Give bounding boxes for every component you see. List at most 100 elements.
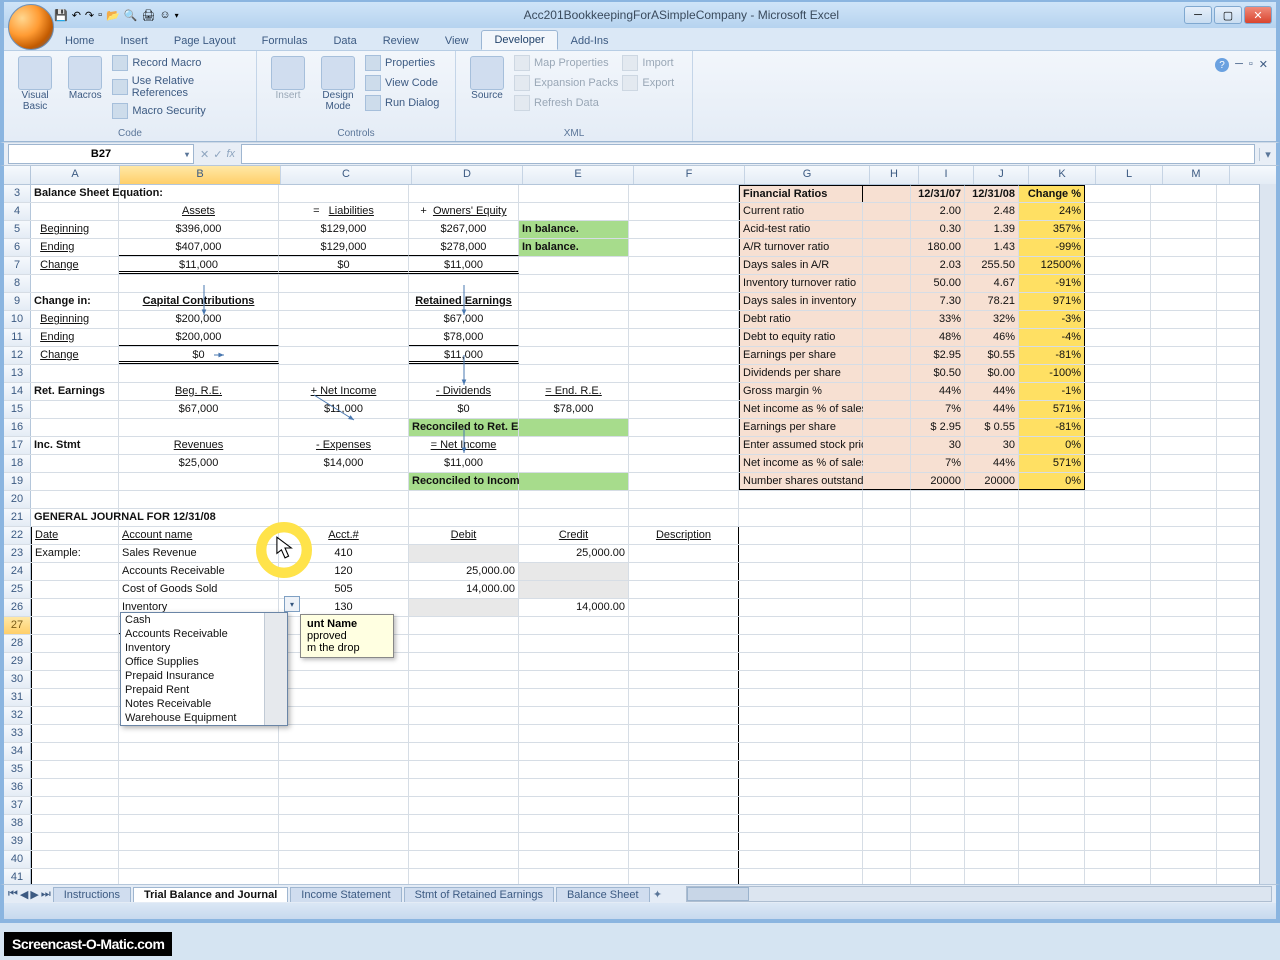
cell-E[interactable] [519, 509, 629, 526]
cell-J[interactable]: 46% [965, 329, 1019, 346]
cell-D[interactable] [409, 491, 519, 508]
col-K[interactable]: K [1029, 166, 1096, 184]
cell-I[interactable]: $0.50 [911, 365, 965, 382]
row-header[interactable]: 25 [4, 581, 31, 598]
cell-E[interactable] [519, 635, 629, 652]
tab-developer[interactable]: Developer [481, 30, 557, 50]
cell-K[interactable] [1019, 563, 1085, 580]
cell-M[interactable] [1151, 599, 1217, 616]
cell-D[interactable]: 14,000.00 [409, 581, 519, 598]
cell-E[interactable] [519, 707, 629, 724]
formula-bar[interactable] [241, 144, 1255, 164]
cell-G[interactable]: Debt ratio [739, 311, 863, 328]
cell-H[interactable] [863, 671, 911, 688]
cell-F[interactable] [629, 185, 739, 202]
row-header[interactable]: 21 [4, 509, 31, 526]
cell-C[interactable] [279, 329, 409, 346]
cell-M[interactable] [1151, 293, 1217, 310]
cell-M[interactable] [1151, 275, 1217, 292]
cell-J[interactable]: 12/31/08 [965, 185, 1019, 202]
col-F[interactable]: F [634, 166, 745, 184]
cell-E[interactable]: In balance. [519, 221, 629, 238]
cell-M[interactable] [1151, 869, 1217, 884]
cell-K[interactable] [1019, 869, 1085, 884]
cell-A[interactable] [31, 599, 119, 616]
cell-C[interactable] [279, 185, 409, 202]
cell-J[interactable] [965, 797, 1019, 814]
cell-D[interactable]: $78,000 [409, 329, 519, 346]
cell-D[interactable]: Reconciled to Ret. Earnings. [409, 419, 519, 436]
cell-H[interactable] [863, 473, 911, 490]
cell-A[interactable]: Change [31, 347, 119, 364]
cell-A[interactable] [31, 203, 119, 220]
cell-A[interactable]: Date [31, 527, 119, 544]
cell-G[interactable] [739, 581, 863, 598]
cell-C[interactable]: $11,000 [279, 401, 409, 418]
row-header[interactable]: 28 [4, 635, 31, 652]
cell-G[interactable] [739, 599, 863, 616]
cell-D[interactable]: = Net Income [409, 437, 519, 454]
qat-open-icon[interactable]: 📂 [106, 9, 120, 22]
cell-J[interactable] [965, 869, 1019, 884]
cell-B[interactable] [119, 815, 279, 832]
row-header[interactable]: 29 [4, 653, 31, 670]
cell-E[interactable] [519, 293, 629, 310]
row-header[interactable]: 40 [4, 851, 31, 868]
cell-L[interactable] [1085, 563, 1151, 580]
cell-K[interactable] [1019, 527, 1085, 544]
cell-H[interactable] [863, 509, 911, 526]
cell-J[interactable]: 1.39 [965, 221, 1019, 238]
cell-K[interactable]: 571% [1019, 455, 1085, 472]
cell-C[interactable] [279, 833, 409, 850]
cell-F[interactable] [629, 743, 739, 760]
workbook-minimize-icon[interactable]: ─ [1235, 58, 1243, 72]
cell-A[interactable] [31, 617, 119, 634]
cell-B[interactable] [119, 869, 279, 884]
cell-B[interactable] [119, 419, 279, 436]
qat-new-icon[interactable]: ▫ [98, 9, 102, 21]
cell-J[interactable] [965, 545, 1019, 562]
cell-F[interactable]: Description [629, 527, 739, 544]
cell-I[interactable]: 50.00 [911, 275, 965, 292]
cell-F[interactable] [629, 329, 739, 346]
view-code-button[interactable]: View Code [363, 74, 441, 92]
cell-H[interactable] [863, 563, 911, 580]
cell-B[interactable]: $11,000 [119, 257, 279, 274]
cell-J[interactable]: 1.43 [965, 239, 1019, 256]
cell-F[interactable] [629, 671, 739, 688]
cell-M[interactable] [1151, 401, 1217, 418]
cell-I[interactable] [911, 869, 965, 884]
cell-L[interactable] [1085, 347, 1151, 364]
cell-L[interactable] [1085, 401, 1151, 418]
cell-G[interactable]: Net income as % of sales [739, 401, 863, 418]
cell-A[interactable] [31, 635, 119, 652]
row-header[interactable]: 30 [4, 671, 31, 688]
cell-L[interactable] [1085, 329, 1151, 346]
cell-K[interactable] [1019, 635, 1085, 652]
qat-undo-icon[interactable]: ↶ [72, 9, 81, 22]
cell-G[interactable] [739, 869, 863, 884]
cell-F[interactable] [629, 779, 739, 796]
qat-print-icon[interactable]: 🖨 [141, 9, 155, 22]
cell-L[interactable] [1085, 725, 1151, 742]
cell-F[interactable] [629, 707, 739, 724]
cell-L[interactable] [1085, 509, 1151, 526]
cell-M[interactable] [1151, 509, 1217, 526]
cell-H[interactable] [863, 185, 911, 202]
cell-H[interactable] [863, 239, 911, 256]
cell-M[interactable] [1151, 527, 1217, 544]
cell-B[interactable] [119, 275, 279, 292]
row-header[interactable]: 3 [4, 185, 31, 202]
nav-last-icon[interactable]: ⏭ [41, 888, 51, 901]
cell-J[interactable]: 32% [965, 311, 1019, 328]
cell-E[interactable] [519, 617, 629, 634]
cell-G[interactable] [739, 527, 863, 544]
row-header[interactable]: 36 [4, 779, 31, 796]
cell-K[interactable]: -91% [1019, 275, 1085, 292]
cell-J[interactable] [965, 725, 1019, 742]
cell-J[interactable] [965, 563, 1019, 580]
cell-L[interactable] [1085, 689, 1151, 706]
cell-A[interactable] [31, 725, 119, 742]
cell-H[interactable] [863, 545, 911, 562]
cell-B[interactable]: Account name [119, 527, 279, 544]
